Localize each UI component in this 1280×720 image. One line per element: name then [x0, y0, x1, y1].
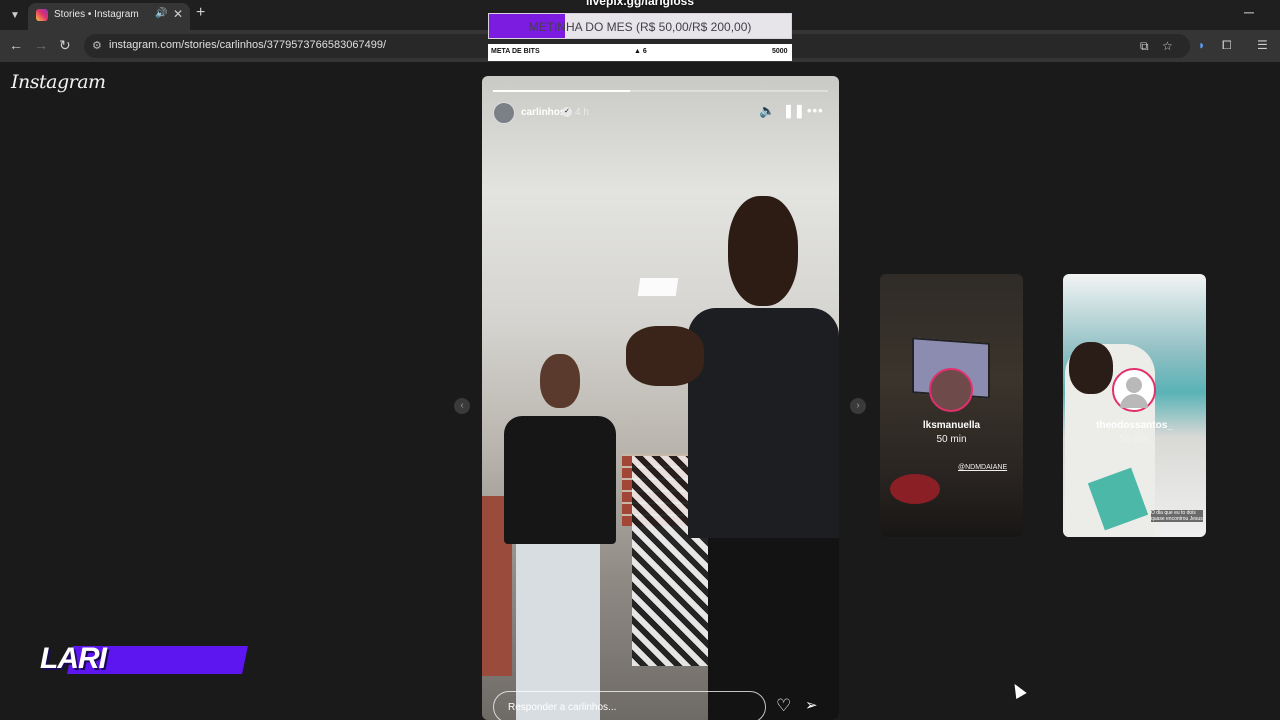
url-text[interactable]: instagram.com/stories/carlinhos/37795737…	[109, 39, 386, 51]
tab-audio-icon[interactable]: 🔊	[155, 8, 167, 19]
story-username[interactable]: carlinhos	[521, 107, 565, 118]
tab-instagram-stories[interactable]: Stories • Instagram 🔊 ✕	[28, 3, 190, 30]
reply-placeholder: Responder a carlinhos...	[508, 702, 617, 713]
instagram-favicon-icon	[36, 9, 48, 21]
story-user-avatar[interactable]	[493, 102, 515, 124]
extensions-puzzle-icon[interactable]: ⧠	[1222, 38, 1232, 53]
extension-audio-icon[interactable]: ◗	[1198, 38, 1205, 52]
like-heart-icon[interactable]: ♡	[776, 696, 791, 716]
story-image-person-left	[504, 354, 616, 720]
bookmark-star-icon[interactable]: ☆	[1162, 39, 1173, 53]
instagram-logo[interactable]: Instagram	[11, 71, 106, 93]
monthly-goal-text: METINHA DO MES (R$ 50,00/R$ 200,00)	[528, 20, 752, 34]
tab-title: Stories • Instagram	[54, 9, 139, 20]
previous-story-chevron-icon[interactable]: ‹	[454, 398, 470, 414]
preview-image-person-head	[1069, 342, 1113, 394]
tab-close-icon[interactable]: ✕	[173, 7, 183, 21]
preview-time: 50 min	[936, 434, 967, 445]
story-viewer[interactable]: carlinhos ✓ 4 h 🔈 ❚❚ ••• Responder a car…	[482, 76, 839, 720]
preview-username: lksmanuella	[922, 420, 981, 431]
window-minimize-button[interactable]: ─	[1244, 4, 1254, 20]
send-message-icon[interactable]: ➢	[805, 696, 818, 714]
bits-goal-bar: META DE BITS ▲ 6 5000	[488, 44, 792, 61]
screen: ▼ Stories • Instagram 🔊 ✕ + ─ ← → ↻ ⚙ in…	[0, 0, 1280, 720]
preview-image-stool	[890, 474, 940, 504]
streamer-name: LARI	[40, 642, 107, 675]
tab-search-chevron-icon[interactable]: ▼	[6, 6, 24, 24]
more-options-icon[interactable]: •••	[807, 103, 824, 118]
next-story-chevron-icon[interactable]: ›	[850, 398, 866, 414]
story-image-ceiling-light	[637, 278, 679, 296]
mouse-cursor-icon	[1009, 680, 1027, 700]
forward-arrow-icon[interactable]: →	[34, 37, 48, 53]
bits-goal-value: 5000	[772, 48, 788, 55]
bits-count-value: 6	[642, 48, 647, 55]
browser-menu-icon[interactable]: ☰	[1257, 38, 1268, 52]
bits-goal-label: META DE BITS	[491, 48, 540, 55]
story-progress-bar	[493, 90, 828, 92]
instagram-stories-page: Instagram ‹ › carlinhos ✓ 4 h 🔈 ❚❚ ••• R…	[0, 62, 1280, 720]
preview-caption: O dia que eu to dois quase encontrou Jes…	[1151, 510, 1203, 522]
default-avatar-icon	[1112, 368, 1156, 412]
bits-count: ▲ 6	[634, 48, 647, 55]
story-preview-theodossantos[interactable]: O dia que eu to dois quase encontrou Jes…	[1063, 274, 1206, 537]
preview-username: theodossantos_	[1096, 420, 1173, 431]
install-app-icon[interactable]: ⧉	[1140, 39, 1149, 54]
streamer-name-banner: LARI	[40, 642, 248, 676]
verified-badge-icon: ✓	[562, 107, 572, 117]
site-info-icon[interactable]: ⚙	[92, 39, 102, 52]
story-preview-lksmanuella[interactable]: @NDMDAIANE lksmanuella 50 min	[880, 274, 1023, 537]
reload-icon[interactable]: ↻	[59, 37, 71, 53]
monthly-goal-bar: METINHA DO MES (R$ 50,00/R$ 200,00)	[488, 13, 792, 39]
new-tab-button[interactable]: +	[196, 5, 205, 21]
sound-icon[interactable]: 🔈	[759, 103, 775, 119]
story-timestamp: 4 h	[575, 107, 589, 118]
livepix-url: livepix.gg/larigloss	[585, 0, 695, 8]
back-arrow-icon[interactable]: ←	[9, 37, 23, 53]
story-image-person-right	[626, 196, 839, 720]
preview-mention: @NDMDAIANE	[958, 464, 1008, 471]
preview-time: 50 min	[1119, 434, 1150, 445]
story-reply-input[interactable]: Responder a carlinhos...	[493, 691, 766, 720]
pause-icon[interactable]: ❚❚	[783, 103, 805, 119]
story-progress-fill	[493, 90, 631, 92]
preview-avatar	[929, 368, 973, 412]
